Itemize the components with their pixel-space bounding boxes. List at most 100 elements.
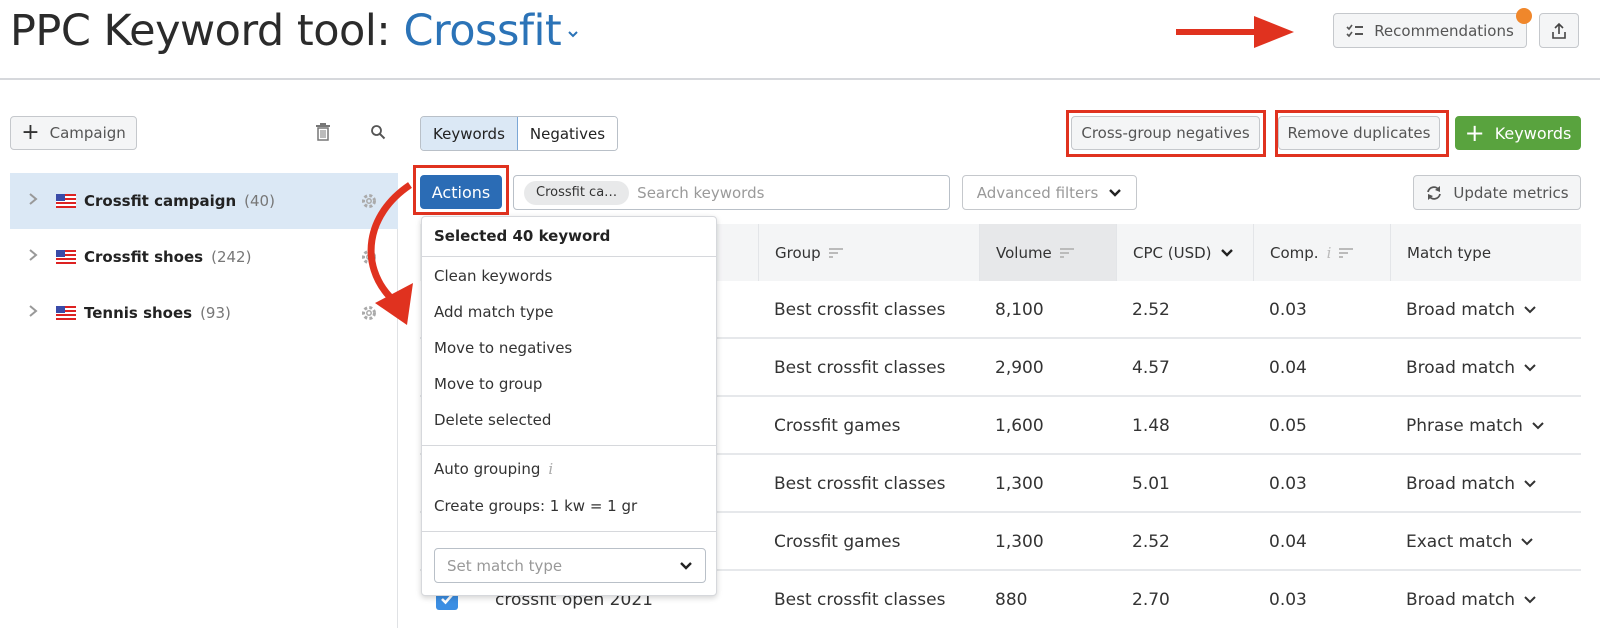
advanced-filters-label: Advanced filters	[976, 183, 1099, 202]
recommendations-button[interactable]: Recommendations	[1333, 8, 1532, 48]
match-type-dropdown[interactable]: Exact match	[1406, 513, 1534, 571]
comp-cell: 0.03	[1269, 300, 1307, 320]
comp-cell: 0.04	[1269, 532, 1307, 552]
actions-button[interactable]: Actions	[420, 175, 502, 209]
set-match-type-select[interactable]: Set match type	[434, 548, 706, 583]
add-campaign-button[interactable]: + Campaign	[10, 116, 137, 150]
chevron-down-icon	[1109, 188, 1122, 197]
update-metrics-button[interactable]: Update metrics	[1413, 175, 1581, 210]
cpc-cell: 4.57	[1132, 358, 1170, 378]
trash-icon[interactable]	[315, 123, 331, 141]
sort-icon	[1059, 247, 1074, 258]
export-button[interactable]	[1539, 13, 1579, 48]
campaign-item[interactable]: Crossfit campaign (40)	[10, 173, 398, 229]
cross-group-negatives-button[interactable]: Cross-group negatives	[1071, 116, 1260, 150]
menu-item-create-groups[interactable]: Create groups: 1 kw = 1 gr	[434, 497, 637, 515]
column-cpc[interactable]: CPC (USD)	[1116, 224, 1253, 281]
volume-cell: 1,300	[995, 532, 1044, 552]
menu-item-delete-selected[interactable]: Delete selected	[434, 411, 551, 429]
match-type-value: Broad match	[1406, 590, 1516, 610]
group-cell: Crossfit games	[774, 532, 901, 552]
us-flag-icon	[56, 250, 76, 264]
match-type-dropdown[interactable]: Broad match	[1406, 455, 1537, 513]
search-bar: Crossfit ca…	[513, 175, 950, 210]
column-label: Group	[775, 243, 821, 262]
menu-item-move-to-group[interactable]: Move to group	[434, 375, 542, 393]
cpc-cell: 2.70	[1132, 590, 1170, 610]
column-match-type[interactable]: Match type	[1390, 224, 1581, 281]
info-icon[interactable]: i	[548, 460, 553, 478]
search-icon[interactable]	[370, 124, 386, 140]
project-selector[interactable]: Crossfit	[403, 6, 579, 56]
chevron-down-icon	[568, 30, 579, 37]
add-campaign-label: Campaign	[49, 124, 126, 142]
add-keywords-button[interactable]: + Keywords	[1455, 116, 1581, 150]
tab-keywords[interactable]: Keywords	[421, 117, 518, 150]
add-keywords-label: Keywords	[1494, 123, 1572, 143]
column-group[interactable]: Group	[758, 224, 979, 281]
menu-header: Selected 40 keyword	[434, 227, 611, 245]
menu-item-auto-grouping[interactable]: Auto grouping i	[434, 460, 553, 478]
search-input[interactable]	[637, 183, 949, 202]
filter-chip[interactable]: Crossfit ca…	[524, 180, 630, 205]
campaign-item[interactable]: Crossfit shoes (242)	[10, 229, 398, 285]
match-type-dropdown[interactable]: Broad match	[1406, 281, 1537, 339]
advanced-filters-button[interactable]: Advanced filters	[962, 175, 1137, 210]
chevron-right-icon[interactable]	[28, 304, 42, 322]
sort-icon	[828, 247, 843, 258]
chevron-down-icon	[1220, 248, 1233, 257]
plus-icon: +	[1464, 119, 1485, 147]
column-label: Comp.	[1270, 243, 1319, 262]
comp-cell: 0.04	[1269, 358, 1307, 378]
group-cell: Crossfit games	[774, 416, 901, 436]
match-type-value: Broad match	[1406, 358, 1516, 378]
match-type-value: Phrase match	[1406, 416, 1523, 436]
group-cell: Best crossfit classes	[774, 358, 946, 378]
page-title: PPC Keyword tool: Crossfit	[10, 6, 579, 56]
column-volume[interactable]: Volume	[979, 224, 1116, 281]
menu-item-label: Auto grouping	[434, 460, 541, 478]
volume-cell: 1,300	[995, 474, 1044, 494]
match-type-dropdown[interactable]: Broad match	[1406, 571, 1537, 628]
campaign-name: Crossfit campaign	[84, 192, 237, 210]
campaign-count: (40)	[244, 192, 275, 210]
column-comp[interactable]: Comp. i	[1253, 224, 1390, 281]
notification-dot	[1516, 8, 1532, 24]
comp-cell: 0.03	[1269, 590, 1307, 610]
chevron-down-icon	[680, 561, 692, 570]
chevron-right-icon[interactable]	[28, 248, 42, 266]
chevron-down-icon	[1524, 306, 1536, 314]
campaign-count: (93)	[200, 304, 231, 322]
campaign-name: Tennis shoes	[84, 304, 193, 322]
chevron-down-icon	[1524, 480, 1536, 488]
volume-cell: 2,900	[995, 358, 1044, 378]
plus-icon: +	[21, 120, 40, 145]
project-name: Crossfit	[403, 6, 562, 56]
annotation-curved-arrow	[367, 182, 413, 325]
chevron-down-icon	[1524, 596, 1536, 604]
menu-item-move-to-negatives[interactable]: Move to negatives	[434, 339, 572, 357]
volume-cell: 880	[995, 590, 1028, 610]
menu-item-clean-keywords[interactable]: Clean keywords	[434, 267, 552, 285]
page-title-prefix: PPC Keyword tool:	[10, 6, 391, 56]
checklist-icon	[1346, 24, 1364, 37]
info-icon[interactable]: i	[1327, 244, 1332, 262]
tab-negatives[interactable]: Negatives	[517, 117, 618, 150]
campaign-item[interactable]: Tennis shoes (93)	[10, 285, 398, 341]
column-label: CPC (USD)	[1133, 243, 1212, 262]
page-header: PPC Keyword tool: Crossfit Recommendatio…	[0, 0, 1600, 80]
remove-duplicates-button[interactable]: Remove duplicates	[1278, 116, 1440, 150]
group-cell: Best crossfit classes	[774, 590, 946, 610]
chevron-down-icon	[1521, 538, 1534, 546]
chevron-right-icon[interactable]	[28, 192, 42, 210]
campaign-name: Crossfit shoes	[84, 248, 204, 266]
divider	[422, 256, 716, 257]
sort-icon	[1339, 247, 1354, 258]
refresh-icon	[1427, 185, 1442, 200]
match-type-dropdown[interactable]: Phrase match	[1406, 397, 1545, 455]
match-type-dropdown[interactable]: Broad match	[1406, 339, 1537, 397]
column-label: Match type	[1407, 243, 1492, 262]
menu-item-add-match-type[interactable]: Add match type	[434, 303, 554, 321]
group-cell: Best crossfit classes	[774, 300, 946, 320]
cpc-cell: 2.52	[1132, 300, 1170, 320]
